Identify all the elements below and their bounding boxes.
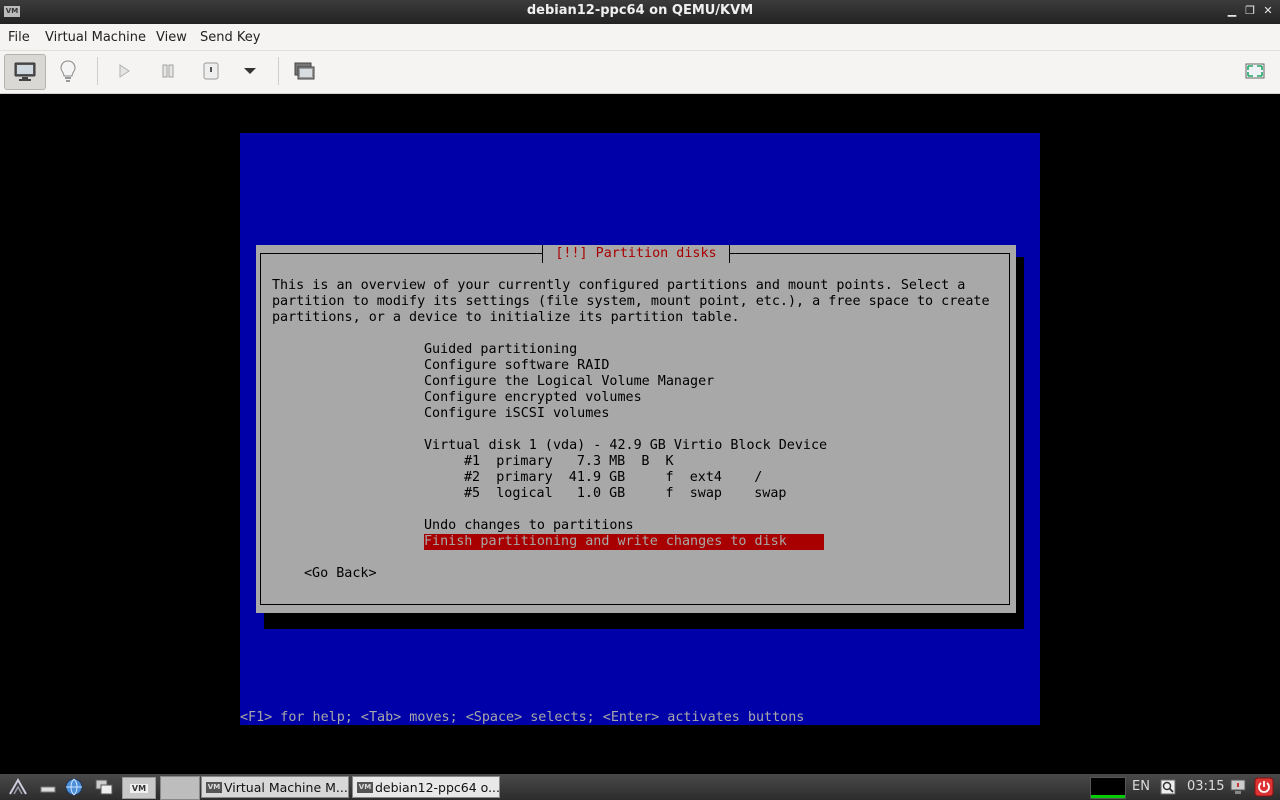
details-button[interactable] xyxy=(50,54,86,88)
pause-button[interactable] xyxy=(154,54,182,88)
restore-button[interactable]: ❐ xyxy=(1243,4,1257,18)
minimize-button[interactable]: ▁ xyxy=(1225,4,1239,18)
dropdown-icon xyxy=(244,68,256,74)
toolbar xyxy=(0,51,1280,94)
task-label: debian12-ppc64 o... xyxy=(375,780,500,795)
menu-undo-changes[interactable]: Undo changes to partitions xyxy=(424,518,634,534)
run-button[interactable] xyxy=(110,54,138,88)
network-status[interactable] xyxy=(1158,777,1178,797)
pause-icon xyxy=(162,64,174,78)
virt-manager-launcher[interactable]: VM xyxy=(122,777,156,799)
partition-row[interactable]: #2 primary 41.9 GB f ext4 / xyxy=(464,470,762,486)
menu-file[interactable]: File xyxy=(8,30,30,45)
close-button[interactable]: ✕ xyxy=(1261,4,1275,18)
show-desktop-button[interactable] xyxy=(38,777,58,797)
start-menu-button[interactable] xyxy=(8,777,28,797)
clock[interactable]: 03:15 xyxy=(1187,779,1224,794)
cpu-monitor xyxy=(1090,777,1126,799)
snapshot-button[interactable] xyxy=(289,54,319,88)
window-title: debian12-ppc64 on QEMU/KVM xyxy=(526,3,754,18)
task-debian12-console[interactable]: VM debian12-ppc64 o... xyxy=(352,776,500,798)
menu-configure-iscsi-volumes[interactable]: Configure iSCSI volumes xyxy=(424,406,609,422)
partition-disks-dialog: [!!] Partition disks This is an overview… xyxy=(256,245,1016,613)
fullscreen-icon xyxy=(1245,63,1265,79)
logout-button[interactable] xyxy=(1254,777,1274,797)
menu-configure-encrypted-volumes[interactable]: Configure encrypted volumes xyxy=(424,390,642,406)
dialog-title: [!!] Partition disks xyxy=(542,245,730,263)
menu-view[interactable]: View xyxy=(156,30,187,45)
window-titlebar: VM debian12-ppc64 on QEMU/KVM ▁ ❐ ✕ xyxy=(0,0,1280,24)
menu-finish-partitioning[interactable]: Finish partitioning and write changes to… xyxy=(424,534,824,550)
go-back-button[interactable]: <Go Back> xyxy=(304,566,377,582)
file-manager-launcher[interactable] xyxy=(94,777,114,797)
menu-guided-partitioning[interactable]: Guided partitioning xyxy=(424,342,577,358)
lock-screen-icon xyxy=(1230,779,1246,794)
snapshot-icon xyxy=(294,62,315,80)
task-virtual-machine-manager[interactable]: VM Virtual Machine M... xyxy=(201,776,349,798)
console-button[interactable] xyxy=(4,54,46,90)
console-icon xyxy=(14,62,36,81)
search-icon xyxy=(1160,779,1176,795)
web-browser-launcher[interactable] xyxy=(64,777,84,797)
vm-task-icon: VM xyxy=(357,782,373,793)
shutdown-button[interactable] xyxy=(197,54,225,88)
vm-console-display[interactable]: [!!] Partition disks This is an overview… xyxy=(240,133,1040,725)
menu-send-key[interactable]: Send Key xyxy=(200,30,260,45)
dialog-title-bar: [!!] Partition disks xyxy=(256,245,1016,263)
partition-row[interactable]: #1 primary 7.3 MB B K xyxy=(464,454,674,470)
run-icon xyxy=(119,64,130,78)
intro-text-line: partitions, or a device to initialize it… xyxy=(272,310,740,325)
menu-configure-software-raid[interactable]: Configure software RAID xyxy=(424,358,609,374)
intro-text-line: partition to modify its settings (file s… xyxy=(272,294,990,309)
task-label: Virtual Machine M... xyxy=(224,780,348,795)
show-desktop-icon xyxy=(40,786,56,793)
partition-row[interactable]: #5 logical 1.0 GB f swap swap xyxy=(464,486,786,502)
intro-text-line: This is an overview of your currently co… xyxy=(272,278,966,293)
workspace-pager[interactable] xyxy=(160,776,200,800)
toolbar-separator xyxy=(278,57,279,85)
installer-help-line: <F1> for help; <Tab> moves; <Space> sele… xyxy=(240,710,805,725)
menu-virtual-machine[interactable]: Virtual Machine xyxy=(45,30,146,45)
globe-icon xyxy=(65,778,83,796)
screen-lock-button[interactable] xyxy=(1228,777,1248,797)
keyboard-layout-indicator[interactable]: EN xyxy=(1132,779,1150,794)
lightbulb-icon xyxy=(60,60,76,82)
vm-launcher-icon: VM xyxy=(129,783,149,793)
taskbar: VM VM Virtual Machine M... VM debian12-p… xyxy=(0,774,1280,800)
start-menu-icon xyxy=(9,777,27,795)
shutdown-menu-button[interactable] xyxy=(238,54,262,88)
power-icon xyxy=(203,62,219,80)
power-off-icon xyxy=(1254,777,1274,797)
menu-configure-lvm[interactable]: Configure the Logical Volume Manager xyxy=(424,374,714,390)
vm-task-icon: VM xyxy=(206,782,222,793)
fullscreen-button[interactable] xyxy=(1240,54,1270,88)
toolbar-separator xyxy=(97,57,98,85)
windows-icon xyxy=(95,779,113,795)
menu-bar: File Virtual Machine View Send Key xyxy=(0,24,1280,51)
disk-vda-entry[interactable]: Virtual disk 1 (vda) - 42.9 GB Virtio Bl… xyxy=(424,438,827,454)
